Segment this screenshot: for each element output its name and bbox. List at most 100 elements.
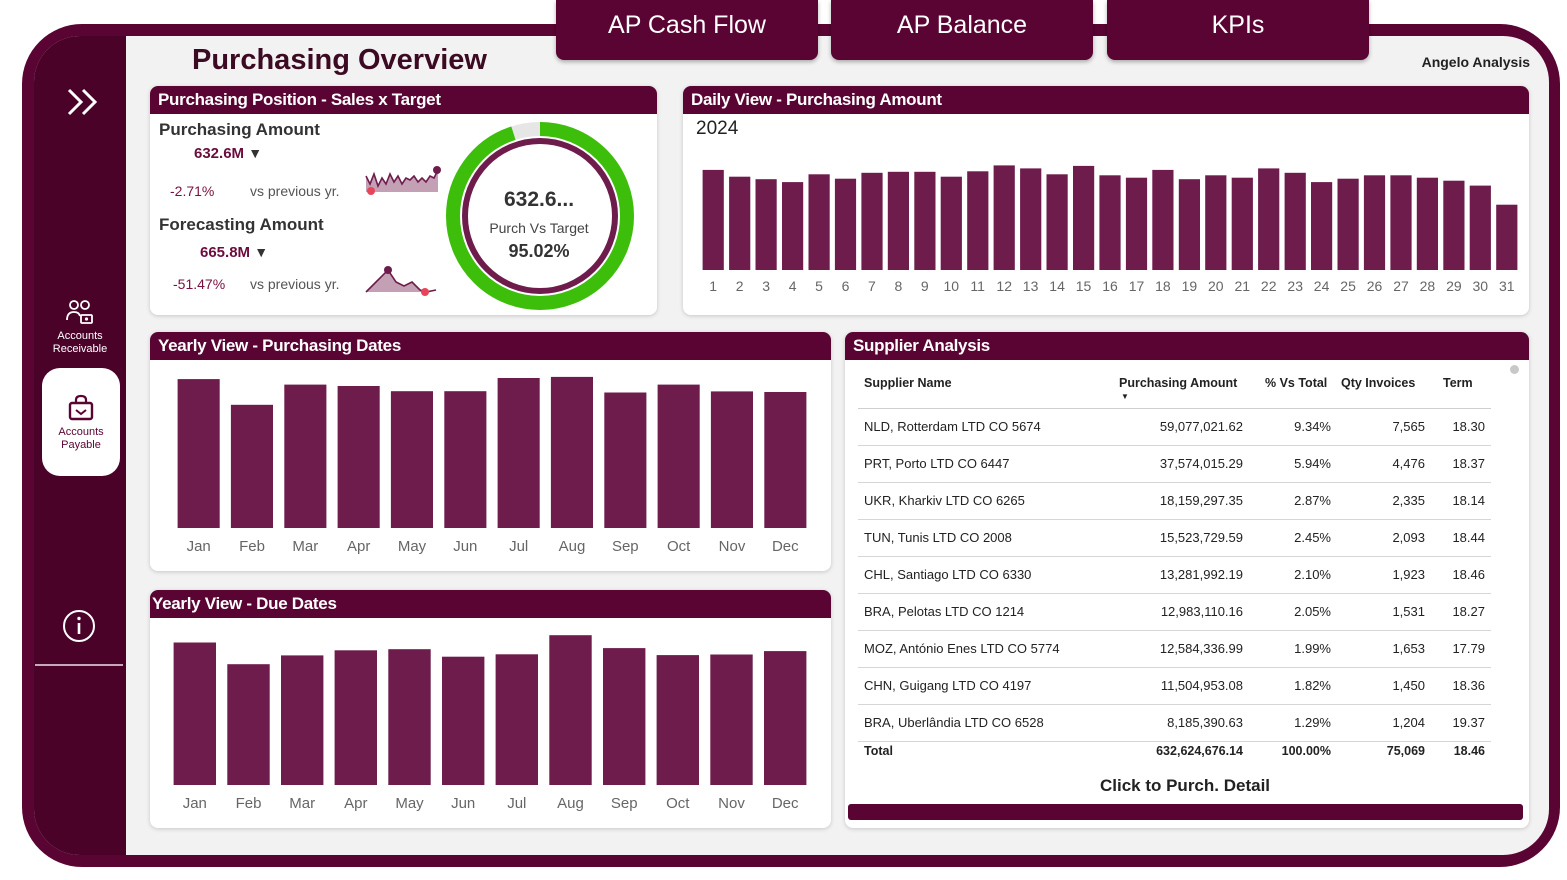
x-tick-label: Dec	[772, 538, 799, 555]
chart-bar[interactable]	[334, 650, 377, 785]
x-tick-label: Mar	[289, 795, 315, 812]
chart-bar[interactable]	[284, 384, 327, 528]
x-tick-label: 18	[1155, 278, 1171, 294]
column-header-supplier-name[interactable]: Supplier Name	[858, 372, 1113, 409]
chart-bar[interactable]	[764, 651, 807, 785]
yearly-purchasing-bar-chart: Jan Feb Mar Apr May Jun Jul Aug Sep Oct Nov Dec	[177, 376, 807, 555]
chart-bar[interactable]	[656, 655, 699, 785]
chart-bar[interactable]	[808, 174, 830, 270]
chart-bar[interactable]	[967, 171, 989, 270]
chart-bar[interactable]	[549, 635, 592, 785]
chart-bar[interactable]	[1363, 175, 1386, 270]
chart-bar[interactable]	[442, 656, 485, 785]
sidebar-item-accounts-payable[interactable]: Accounts Payable	[42, 368, 120, 476]
chart-bar[interactable]	[729, 176, 751, 270]
chart-bar[interactable]	[1020, 168, 1042, 270]
chart-bar[interactable]	[710, 654, 753, 786]
chart-bar[interactable]	[1125, 177, 1148, 270]
chart-bar[interactable]	[861, 172, 883, 270]
chart-bar[interactable]	[390, 391, 433, 528]
qty-invoices-cell: 2,335	[1331, 482, 1431, 520]
chart-bar[interactable]	[702, 169, 724, 270]
chart-bar[interactable]	[1099, 175, 1121, 270]
table-row[interactable]: CHL, Santiago LTD CO 6330 13,281,992.19 2.…	[858, 556, 1491, 594]
column-header-qty-invoices[interactable]: Qty Invoices	[1331, 372, 1431, 409]
supplier-name-cell: CHN, Guigang LTD CO 4197	[858, 667, 1113, 705]
chart-bar[interactable]	[1416, 177, 1438, 270]
shopping-bag-icon	[68, 394, 94, 421]
chart-bar[interactable]	[755, 179, 777, 270]
supplier-name-cell: CHL, Santiago LTD CO 6330	[858, 556, 1113, 594]
chart-bar[interactable]	[887, 171, 909, 270]
table-row[interactable]: TUN, Tunis LTD CO 2008 15,523,729.59 2.45%…	[858, 519, 1491, 557]
pct-vs-total-cell: 2.45%	[1253, 519, 1331, 557]
table-row[interactable]: PRT, Porto LTD CO 6447 37,574,015.29 5.94%…	[858, 445, 1491, 483]
chart-bar[interactable]	[604, 392, 647, 529]
chart-bar[interactable]	[1284, 172, 1306, 270]
column-header-purchasing-amount[interactable]: Purchasing Amount ▼	[1113, 372, 1253, 409]
chart-bar[interactable]	[914, 171, 936, 270]
double-chevron-right-icon[interactable]	[56, 82, 106, 122]
chart-bar[interactable]	[230, 404, 273, 528]
x-tick-label: 19	[1182, 278, 1198, 294]
column-header-term[interactable]: Term	[1431, 372, 1491, 409]
chart-bar[interactable]	[227, 664, 270, 785]
chart-bar[interactable]	[657, 384, 700, 528]
chart-bar[interactable]	[1390, 175, 1412, 270]
sidebar-item-accounts-receivable[interactable]: Accounts Receivable	[40, 298, 120, 356]
chart-bar[interactable]	[495, 654, 538, 785]
chart-bar[interactable]	[1231, 177, 1253, 270]
x-tick-label: Nov	[719, 538, 746, 555]
table-row[interactable]: UKR, Kharkiv LTD CO 6265 18,159,297.35 2.8…	[858, 482, 1491, 520]
table-row[interactable]: CHN, Guigang LTD CO 4197 11,504,953.08 1.8…	[858, 667, 1491, 705]
chart-bar[interactable]	[1311, 182, 1333, 270]
chart-bar[interactable]	[177, 379, 220, 528]
chart-bar[interactable]	[550, 376, 593, 528]
tab-ap-balance[interactable]: AP Balance	[831, 0, 1093, 60]
table-row[interactable]: BRA, Uberlândia LTD CO 6528 8,185,390.63 1…	[858, 704, 1491, 742]
chart-bar[interactable]	[1178, 179, 1200, 270]
tab-kpis[interactable]: KPIs	[1107, 0, 1369, 60]
chart-bar[interactable]	[782, 182, 804, 270]
chart-bar[interactable]	[1443, 180, 1465, 270]
chart-bar[interactable]	[993, 165, 1015, 270]
pct-vs-total-cell: 5.94%	[1253, 445, 1331, 483]
qty-invoices-cell: 75,069	[1386, 744, 1425, 759]
chart-bar[interactable]	[173, 642, 216, 786]
pct-vs-total-cell: 2.87%	[1253, 482, 1331, 520]
chart-bar[interactable]	[710, 391, 753, 528]
scrollbar-thumb[interactable]	[1510, 365, 1519, 374]
x-tick-label: Mar	[292, 538, 318, 555]
x-tick-label: 14	[1049, 278, 1065, 294]
x-tick-label: Jan	[187, 538, 211, 555]
chart-bar[interactable]	[497, 378, 540, 528]
chart-bar[interactable]	[1469, 185, 1491, 270]
chart-bar[interactable]	[444, 391, 487, 528]
chart-bar[interactable]	[1258, 168, 1280, 270]
chart-bar[interactable]	[1152, 169, 1174, 270]
info-circle-icon[interactable]	[61, 608, 97, 644]
table-row[interactable]: MOZ, António Enes LTD CO 5774 12,584,336.…	[858, 630, 1491, 668]
forecasting-change-pct: -51.47%	[173, 276, 226, 292]
table-row[interactable]: NLD, Rotterdam LTD CO 5674 59,077,021.62 9…	[858, 408, 1491, 446]
column-header-label: Purchasing Amount	[1119, 376, 1238, 390]
table-row[interactable]: BRA, Pelotas LTD CO 1214 12,983,110.16 2.0…	[858, 593, 1491, 631]
chart-bar[interactable]	[1337, 178, 1359, 270]
chart-bar[interactable]	[940, 176, 962, 270]
chart-bar[interactable]	[1073, 165, 1095, 270]
chart-bar[interactable]	[603, 648, 646, 785]
chart-bar[interactable]	[281, 655, 324, 785]
x-tick-label: Oct	[666, 795, 690, 812]
chart-bar[interactable]	[1046, 174, 1068, 270]
chart-bar[interactable]	[834, 178, 857, 270]
column-header-pct-vs-total[interactable]: % Vs Total	[1253, 372, 1331, 409]
term-cell: 18.36	[1431, 667, 1491, 705]
chart-bar[interactable]	[1496, 204, 1518, 270]
chart-bar[interactable]	[337, 386, 380, 528]
chart-bar[interactable]	[764, 392, 807, 528]
purch-detail-link[interactable]: Click to Purch. Detail	[1040, 776, 1330, 796]
chart-bar[interactable]	[388, 649, 431, 785]
horizontal-scrollbar[interactable]	[848, 804, 1523, 820]
chart-bar[interactable]	[1205, 175, 1227, 270]
tab-ap-cash-flow[interactable]: AP Cash Flow	[556, 0, 818, 60]
